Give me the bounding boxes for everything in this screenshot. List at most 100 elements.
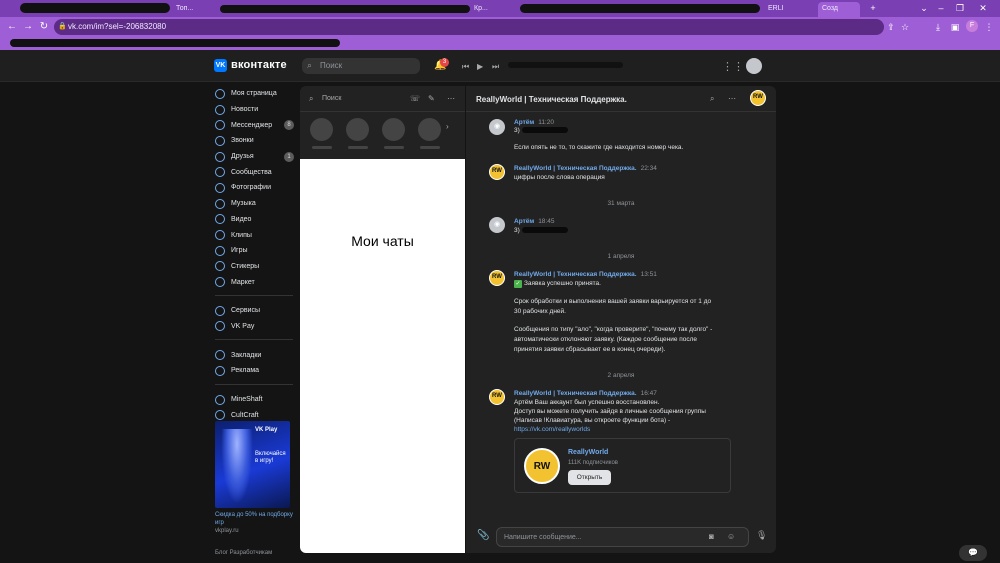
clips-icon <box>215 230 225 241</box>
url-text: vk.com/im?sel=-206832080 <box>68 22 167 31</box>
minimize-icon[interactable]: – <box>934 2 948 15</box>
nav-my-page[interactable]: Моя страница <box>212 86 294 102</box>
nav-divider <box>215 339 293 341</box>
vk-logo-icon[interactable]: VK <box>214 59 227 72</box>
community-logo: RW <box>524 448 560 484</box>
contact-name-placeholder <box>312 146 332 149</box>
more-icon[interactable]: ⋯ <box>728 94 736 103</box>
group-avatar[interactable]: RW <box>489 389 505 405</box>
nav-games[interactable]: Игры <box>212 243 294 259</box>
community-card[interactable]: RW ReallyWorld 111K подписчиков Открыть <box>514 438 731 493</box>
group-avatar[interactable]: RW <box>489 270 505 286</box>
group-avatar[interactable]: RW <box>489 164 505 180</box>
apps-grid-icon[interactable]: ⋮⋮ <box>722 60 744 73</box>
tab-search-icon[interactable]: ⌄ <box>917 2 931 15</box>
contact-avatar-placeholder[interactable] <box>346 118 369 141</box>
nav-ads[interactable]: Реклама <box>212 363 294 379</box>
nav-news[interactable]: Новости <box>212 102 294 118</box>
date-divider: 1 апреля <box>607 253 635 260</box>
ad-site: vkplay.ru <box>215 528 239 534</box>
vk-header: VK вконтакте ⌕ Поиск 🔔 3 ⏮ ▶ ⏭ ⋮⋮ <box>0 50 1000 82</box>
call-icon[interactable]: ☏ <box>410 94 420 103</box>
nav-vkpay[interactable]: VK Pay <box>212 319 294 335</box>
browser-tab[interactable]: Топ... <box>172 2 212 17</box>
conversation-header: ReallyWorld | Техническая Поддержка. ⌕ ⋯… <box>466 86 776 112</box>
new-tab-icon[interactable]: + <box>866 2 880 15</box>
group-avatar[interactable]: RW <box>750 90 766 106</box>
share-icon[interactable]: ⇪ <box>884 20 898 34</box>
address-bar[interactable]: 🔒 vk.com/im?sel=-206832080 <box>54 19 884 35</box>
next-track-icon[interactable]: ⏭ <box>492 62 499 72</box>
ad-brand: VK Play <box>255 427 278 433</box>
redaction-scribble <box>220 5 470 13</box>
nav-divider <box>215 383 293 385</box>
sidepanel-icon[interactable]: ▣ <box>948 20 962 34</box>
nav-communities[interactable]: Сообщества <box>212 164 294 180</box>
close-window-icon[interactable]: ✕ <box>976 2 990 15</box>
star-icon[interactable]: ☆ <box>898 20 912 34</box>
user-avatar-camera-icon[interactable]: ◉ <box>489 119 505 135</box>
user-avatar-camera-icon[interactable]: ◉ <box>489 217 505 233</box>
browser-tab-active[interactable]: Созд <box>818 2 860 17</box>
more-icon[interactable]: ⋯ <box>447 94 455 103</box>
nav-photos[interactable]: Фотографии <box>212 180 294 196</box>
browser-tab[interactable]: ERLI <box>764 2 804 17</box>
friends-badge: 1 <box>284 151 294 162</box>
compose-icon[interactable]: ✎ <box>428 94 435 103</box>
chat-search-placeholder: Поиск <box>322 95 342 102</box>
menu-icon[interactable]: ⋮ <box>982 20 996 34</box>
maximize-icon[interactable]: ❐ <box>953 2 967 15</box>
download-icon[interactable]: ⤓ <box>931 20 945 34</box>
emoji-icon[interactable]: ☺ <box>727 532 735 541</box>
message-author[interactable]: ReallyWorld | Техническая Поддержка. 16:4… <box>514 390 657 397</box>
nav-clips[interactable]: Клипы <box>212 227 294 243</box>
nav-friends[interactable]: Друзья 1 <box>212 149 294 165</box>
chat-bubble-icon[interactable]: 💬 <box>959 545 987 561</box>
open-button[interactable]: Открыть <box>568 470 611 485</box>
contact-avatar-placeholder[interactable] <box>310 118 333 141</box>
community-name[interactable]: ReallyWorld <box>568 449 608 456</box>
redaction-scribble <box>520 4 760 13</box>
message-author[interactable]: ReallyWorld | Техническая Поддержка. 13:5… <box>514 271 657 278</box>
message-placeholder: Напишите сообщение... <box>504 534 582 541</box>
contact-avatar-placeholder[interactable] <box>382 118 405 141</box>
play-icon[interactable]: ▶ <box>477 62 483 71</box>
message-input[interactable]: Напишите сообщение... ◙ ☺ <box>496 527 749 547</box>
friends-icon <box>215 151 225 162</box>
nav-bookmarks[interactable]: Закладки <box>212 347 294 363</box>
reload-icon[interactable]: ↻ <box>37 20 51 34</box>
ad-banner[interactable]: VK Play Включайся в игру! <box>215 421 290 508</box>
conversation-title[interactable]: ReallyWorld | Техническая Поддержка. <box>476 95 627 104</box>
search-icon[interactable]: ⌕ <box>710 94 714 104</box>
message-author[interactable]: Артём 18:45 <box>514 218 554 225</box>
prev-track-icon[interactable]: ⏮ <box>462 62 469 72</box>
back-icon[interactable]: ← <box>5 20 19 34</box>
nav-services[interactable]: Сервисы <box>212 303 294 319</box>
group-icon <box>215 394 225 405</box>
footer-links[interactable]: Блог Разработчикам <box>215 550 272 556</box>
nav-music[interactable]: Музыка <box>212 196 294 212</box>
nav-messenger[interactable]: Мессенджер 8 <box>212 117 294 133</box>
ad-caption[interactable]: Скидка до 50% на подборку игр <box>215 511 295 527</box>
nav-market[interactable]: Маркет <box>212 274 294 290</box>
message-author[interactable]: Артём 11:20 <box>514 119 554 126</box>
camera-icon[interactable]: ◙ <box>709 532 714 541</box>
chat-search[interactable]: ⌕ Поиск ☏ ✎ ⋯ <box>300 86 465 112</box>
vk-search-input[interactable]: ⌕ Поиск <box>302 58 420 74</box>
message-author[interactable]: ReallyWorld | Техническая Поддержка. 22:3… <box>514 165 657 172</box>
vk-logo-text[interactable]: вконтакте <box>231 59 287 71</box>
nav-stickers[interactable]: Стикеры <box>212 259 294 275</box>
microphone-icon[interactable]: 🎙 <box>756 530 767 541</box>
attach-icon[interactable]: 📎 <box>477 530 489 541</box>
message-link[interactable]: https://vk.com/reallyworlds <box>514 426 590 435</box>
user-avatar[interactable] <box>746 58 762 74</box>
chevron-right-icon[interactable]: › <box>446 122 458 136</box>
contact-avatar-placeholder[interactable] <box>418 118 441 141</box>
market-icon <box>215 277 225 288</box>
forward-icon[interactable]: → <box>21 20 35 34</box>
nav-video[interactable]: Видео <box>212 212 294 228</box>
profile-avatar[interactable]: F <box>966 20 978 32</box>
nav-mineshaft[interactable]: MineShaft <box>212 392 294 408</box>
nav-calls[interactable]: Звонки <box>212 133 294 149</box>
browser-tab[interactable]: Кр... <box>470 2 510 17</box>
